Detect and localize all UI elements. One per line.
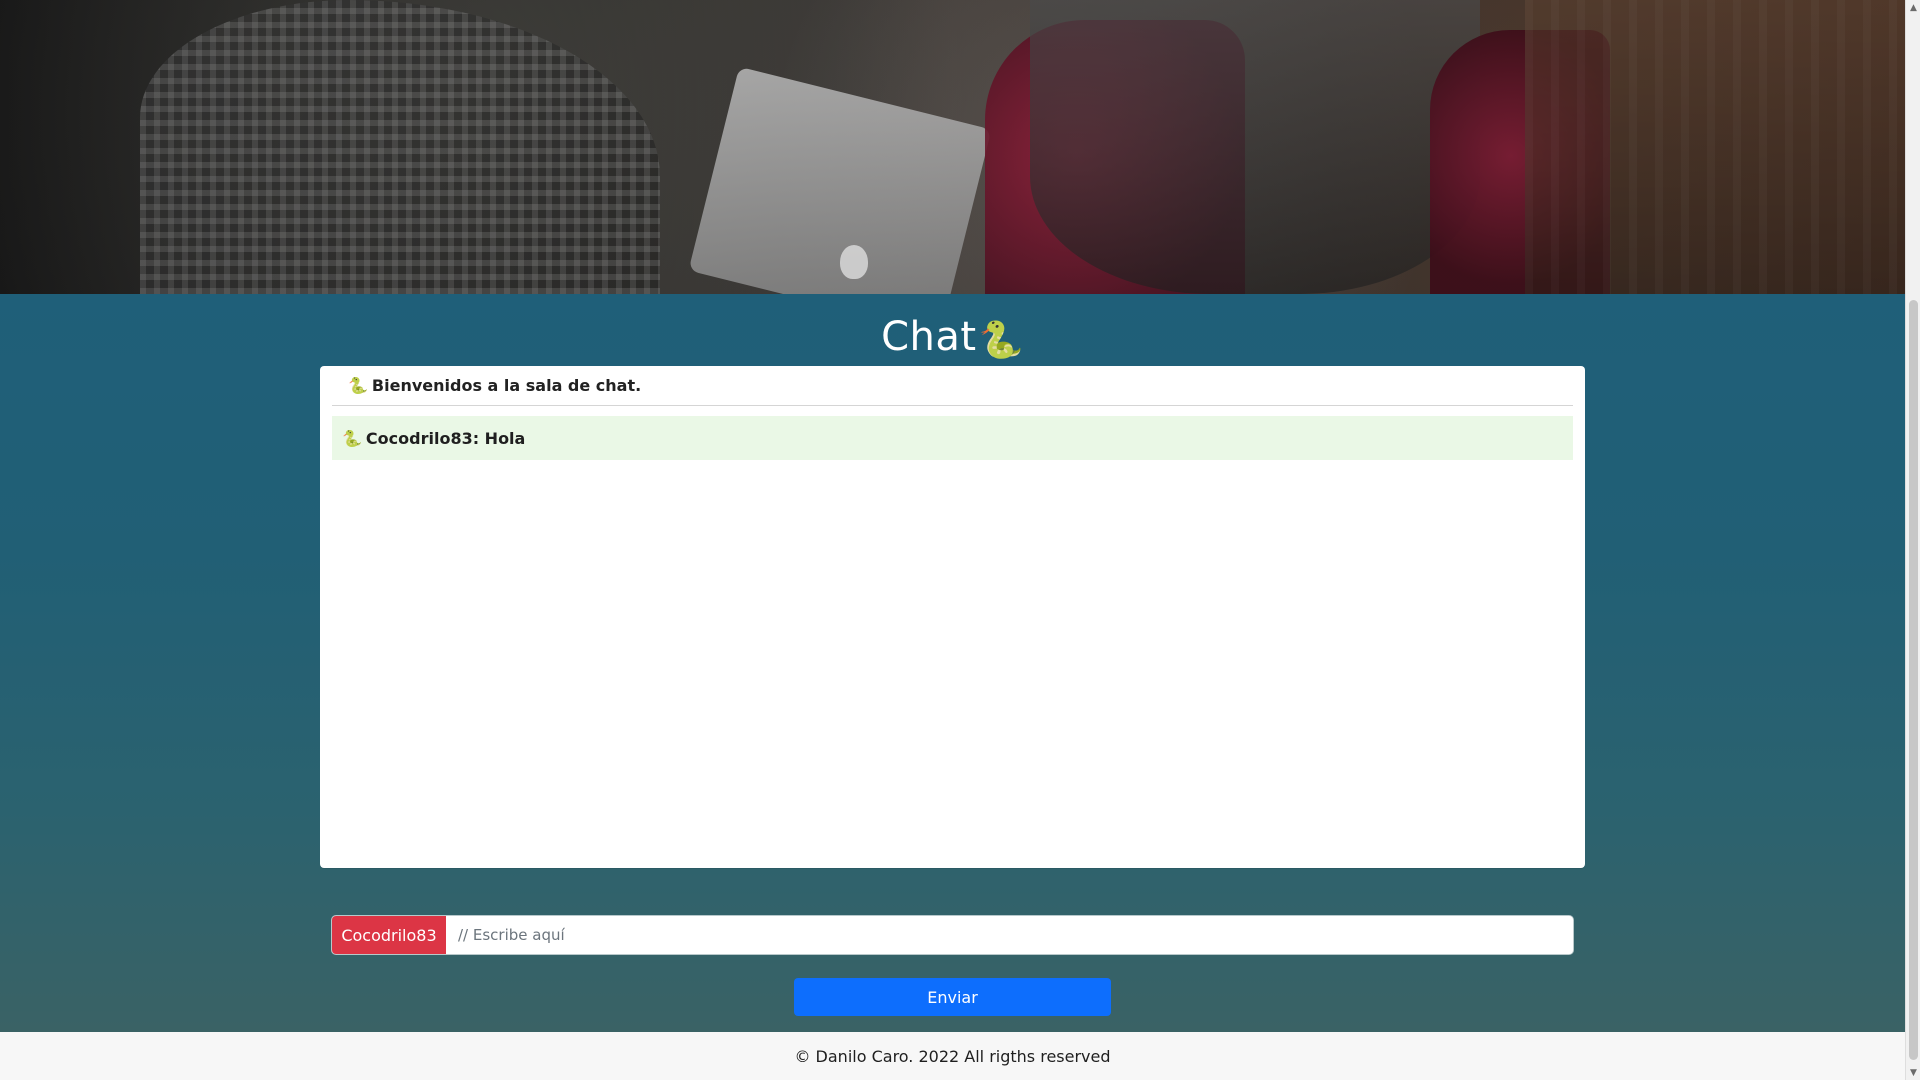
page-title-text: Chat — [881, 314, 977, 360]
welcome-message: 🐍 Bienvenidos a la sala de chat. — [332, 366, 1573, 406]
username-badge: Cocodrilo83 — [332, 916, 446, 954]
snake-icon: 🐍 — [978, 320, 1024, 361]
hero-shirt-right — [1030, 0, 1480, 294]
chat-message: 🐍 Cocodrilo83: Hola — [332, 416, 1573, 460]
hero-shirt-left — [140, 0, 660, 294]
message-input[interactable] — [446, 916, 1573, 954]
snake-icon: 🐍 — [348, 376, 368, 395]
snake-icon: 🐍 — [342, 428, 362, 448]
page-title: Chat🐍 — [0, 314, 1905, 361]
hero-table — [1525, 0, 1905, 294]
welcome-text: Bienvenidos a la sala de chat. — [371, 376, 642, 395]
message-composer: Cocodrilo83 — [332, 916, 1573, 954]
footer: © Danilo Caro. 2022 All rigths reserved — [0, 1032, 1905, 1080]
chat-message-text: Cocodrilo83: Hola — [365, 428, 526, 448]
scrollbar-thumb[interactable] — [1909, 300, 1918, 1060]
chat-messages-panel[interactable]: 🐍 Bienvenidos a la sala de chat. 🐍 Cocod… — [320, 366, 1585, 868]
send-button[interactable]: Enviar — [794, 978, 1111, 1016]
hero-photo — [0, 0, 1905, 334]
chat-page: Chat🐍 🐍 Bienvenidos a la sala de chat. 🐍… — [0, 0, 1905, 1080]
apple-logo-icon — [840, 245, 868, 279]
page-scrollbar[interactable]: ▲ ▼ — [1905, 0, 1920, 1080]
scroll-up-icon[interactable]: ▲ — [1906, 0, 1920, 15]
scroll-down-icon[interactable]: ▼ — [1906, 1065, 1920, 1080]
chat-section: Chat🐍 🐍 Bienvenidos a la sala de chat. 🐍… — [0, 294, 1905, 1032]
footer-text: © Danilo Caro. 2022 All rigths reserved — [794, 1046, 1111, 1066]
